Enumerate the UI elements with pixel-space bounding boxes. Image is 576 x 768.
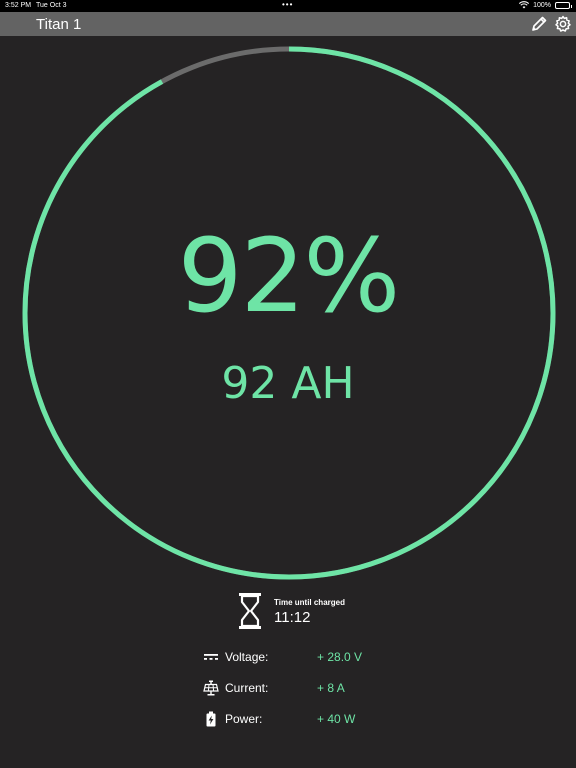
wifi-icon: [519, 1, 530, 9]
dc-voltage-icon: [204, 654, 218, 660]
battery-charging-icon: [206, 711, 216, 727]
page-title: Titan 1: [36, 16, 82, 33]
voltage-value: + 28.0 V: [317, 650, 363, 664]
gear-icon[interactable]: [554, 15, 572, 33]
power-label: Power:: [225, 712, 263, 726]
battery-percent: 100%: [533, 1, 551, 9]
time-until-charged-value: 11:12: [274, 609, 311, 626]
battery-icon: [555, 1, 572, 9]
multitasking-dots-icon[interactable]: •••: [282, 0, 293, 9]
status-time: 3:52 PM: [5, 2, 32, 9]
status-date: Tue Oct 3: [36, 2, 67, 9]
solar-panel-icon: [203, 680, 219, 696]
nav-bar: Titan 1: [0, 12, 576, 36]
charge-percent: 92%: [177, 217, 401, 336]
voltage-row: Voltage: + 28.0 V: [0, 647, 576, 667]
time-until-charged-label: Time until charged: [274, 598, 345, 607]
status-bar: 3:52 PM Tue Oct 3 ••• 100%: [0, 0, 576, 12]
current-row: Current: + 8 A: [0, 678, 576, 698]
current-label: Current:: [225, 681, 269, 695]
status-right: 100%: [519, 1, 572, 9]
power-value: + 40 W: [317, 712, 356, 726]
amp-hours: 92 AH: [221, 358, 355, 409]
hourglass-icon: [239, 593, 261, 629]
power-row: Power: + 40 W: [0, 709, 576, 729]
pencil-icon[interactable]: [530, 15, 548, 33]
current-value: + 8 A: [317, 681, 345, 695]
voltage-label: Voltage:: [225, 650, 269, 664]
